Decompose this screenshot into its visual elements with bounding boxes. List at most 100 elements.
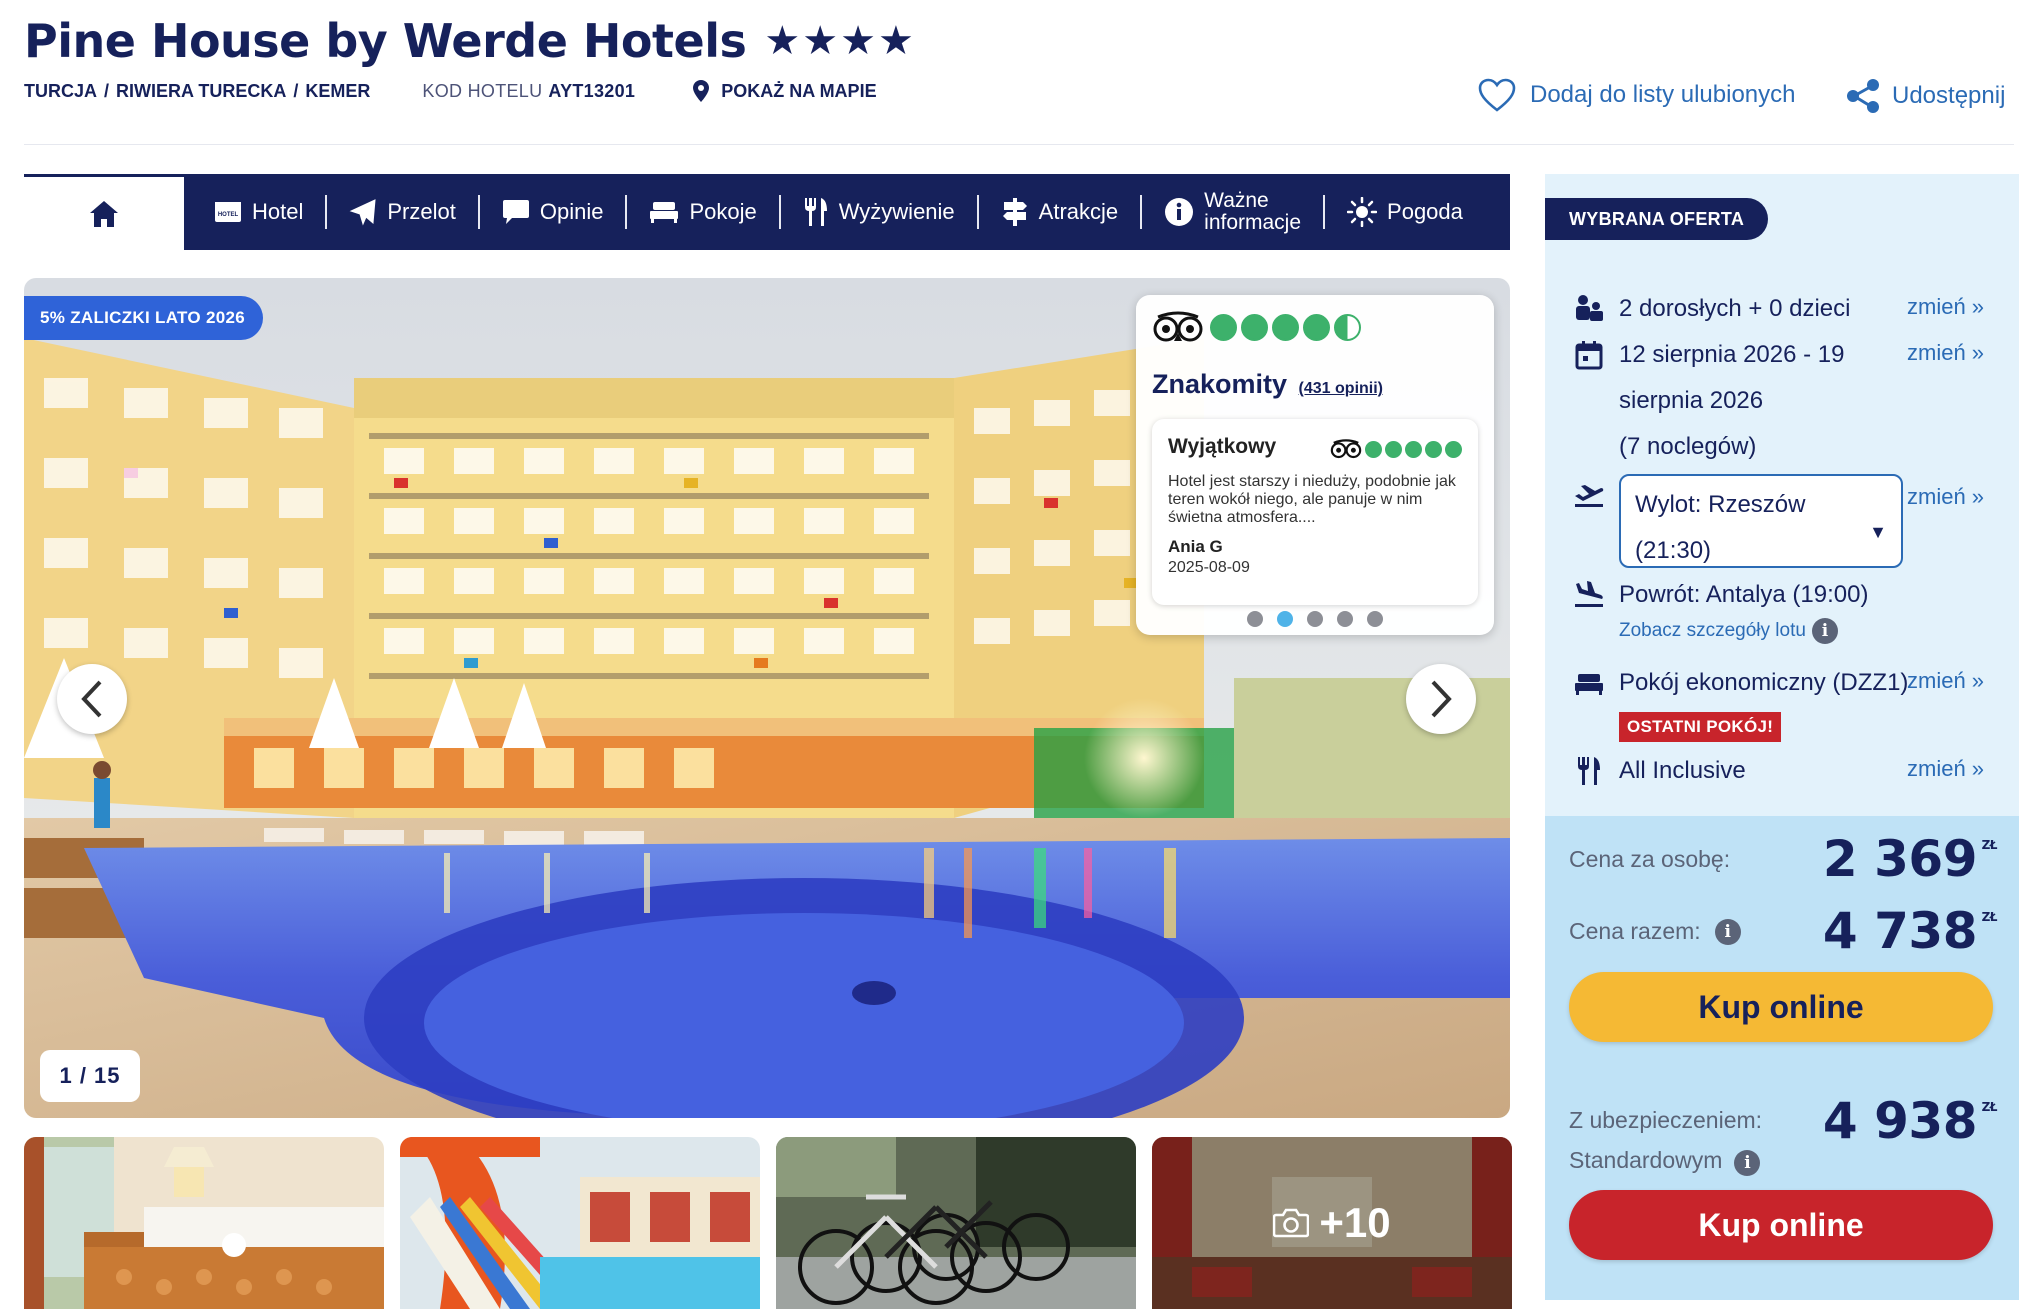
currency-label: ZŁ xyxy=(1981,838,1998,852)
insurance-label-line1: Z ubezpieczeniem: xyxy=(1569,1107,1763,1133)
change-room-link[interactable]: zmień » xyxy=(1907,668,1984,694)
nav-divider xyxy=(1323,195,1326,229)
offer-nights: (7 noclegów) xyxy=(1619,433,1757,460)
offer-travellers-row: 2 dorosłych + 0 dzieci xyxy=(1571,286,1850,332)
gallery-thumbnail-more[interactable]: +10 xyxy=(1152,1137,1512,1309)
offer-board: All Inclusive xyxy=(1619,757,1746,784)
nav-divider xyxy=(976,195,979,229)
tab-important-info-line1: Ważne xyxy=(1204,189,1269,212)
more-photos-count: +10 xyxy=(1319,1199,1391,1246)
bed-icon xyxy=(1571,660,1607,706)
price-total: 4 738 ZŁ xyxy=(1822,902,1998,960)
tab-flight[interactable]: Przelot xyxy=(349,174,456,250)
share-label: Udostępnij xyxy=(1892,82,2006,109)
show-on-map-link[interactable]: POKAŻ NA MAPIE xyxy=(693,80,877,102)
tab-rooms[interactable]: Pokoje xyxy=(649,174,757,250)
calendar-icon xyxy=(1571,332,1607,470)
tab-board[interactable]: Wyżywienie xyxy=(803,174,955,250)
tab-important-info-label: Ważne informacje xyxy=(1204,190,1301,234)
change-dates-link[interactable]: zmień » xyxy=(1907,340,1984,366)
review-pager-dot[interactable] xyxy=(1307,611,1323,627)
info-icon[interactable]: i xyxy=(1714,918,1741,945)
tripadvisor-rating: Znakomity (431 opinii) xyxy=(1152,369,1383,400)
tab-reviews-label: Opinie xyxy=(539,199,604,224)
rating-bubble xyxy=(1365,440,1382,458)
breadcrumb-region[interactable]: RIWIERA TURECKA xyxy=(116,81,286,102)
rating-bubble xyxy=(1303,313,1330,341)
breadcrumb: TURCJA / RIWIERA TURECKA / KEMER KOD HOT… xyxy=(24,80,877,102)
rating-bubble xyxy=(1210,313,1237,341)
review-pager-dot-active[interactable] xyxy=(1277,611,1293,627)
tripadvisor-rating-row xyxy=(1152,311,1365,343)
offer-return: Powrót: Antalya (19:00) xyxy=(1619,581,1869,608)
tab-hotel[interactable]: HOTEL Hotel xyxy=(214,174,303,250)
offer-travellers: 2 dorosłych + 0 dzieci xyxy=(1619,295,1851,322)
gallery-thumbnail-room[interactable] xyxy=(24,1137,384,1309)
breadcrumb-separator: / xyxy=(293,80,299,101)
plane-landing-icon xyxy=(1571,572,1607,618)
tripadvisor-owl-icon xyxy=(1153,311,1203,342)
review-card[interactable]: Wyjątkowy Hotel jest starszy i nieduży, … xyxy=(1152,419,1478,605)
flight-details-link[interactable]: Zobacz szczegóły lotu i xyxy=(1619,618,1838,644)
rating-bubble xyxy=(1405,440,1422,458)
add-to-favorites-label: Dodaj do listy ulubionych xyxy=(1530,81,1796,108)
tab-home[interactable] xyxy=(24,174,184,250)
rating-bubble xyxy=(1272,313,1299,341)
departure-airport-select[interactable]: Wylot: Rzeszów (21:30) ▼ xyxy=(1619,474,1903,568)
gallery-prev-button[interactable] xyxy=(57,664,127,734)
tab-flight-label: Przelot xyxy=(387,199,456,224)
offer-dates-line2: sierpnia 2026 xyxy=(1619,387,1764,414)
buy-online-insured-button[interactable]: Kup online xyxy=(1569,1190,1993,1260)
gallery-next-button[interactable] xyxy=(1406,664,1476,734)
share-button[interactable]: Udostępnij xyxy=(1846,78,2005,114)
info-icon[interactable]: i xyxy=(1734,1150,1761,1176)
review-pager-dot[interactable] xyxy=(1367,611,1383,627)
gallery-thumbnail-waterslide[interactable] xyxy=(400,1137,760,1309)
chevron-left-icon xyxy=(81,680,102,718)
hotel-code: KOD HOTELU AYT13201 xyxy=(422,81,635,102)
tripadvisor-reviews-link[interactable]: (431 opinii) xyxy=(1299,380,1383,397)
people-icon xyxy=(1571,286,1607,332)
offer-dates-line1: 12 sierpnia 2026 - 19 xyxy=(1619,341,1845,368)
buy-online-button[interactable]: Kup online xyxy=(1569,972,1993,1042)
review-pager-dot[interactable] xyxy=(1247,611,1263,627)
tab-reviews[interactable]: Opinie xyxy=(502,174,604,250)
selected-offer-badge: WYBRANA OFERTA xyxy=(1545,198,1769,240)
change-travellers-link[interactable]: zmień » xyxy=(1907,294,1984,320)
change-board-link[interactable]: zmień » xyxy=(1907,756,1984,782)
tab-important-info-line2: informacje xyxy=(1204,211,1302,234)
tab-attractions-label: Atrakcje xyxy=(1038,199,1119,224)
offer-return-row: Powrót: Antalya (19:00) xyxy=(1571,572,1868,618)
offer-board-row: All Inclusive xyxy=(1571,748,1746,794)
cutlery-icon xyxy=(1571,748,1607,794)
tab-important-info[interactable]: Ważne informacje xyxy=(1164,174,1301,250)
add-to-favorites-button[interactable]: Dodaj do listy ulubionych xyxy=(1478,78,1796,112)
gallery-counter: 1 / 15 xyxy=(40,1050,140,1102)
hero-gallery[interactable]: 5% ZALICZKI LATO 2026 1 / 15 Znakomity (… xyxy=(24,278,1510,1118)
change-departure-link[interactable]: zmień » xyxy=(1907,484,1984,510)
offer-room: Pokój ekonomiczny (DZZ1) xyxy=(1619,669,1909,696)
breadcrumb-country[interactable]: TURCJA xyxy=(24,81,97,102)
review-text: Hotel jest starszy i nieduży, podobnie j… xyxy=(1168,473,1456,526)
hotel-code-label: KOD HOTELU xyxy=(422,80,543,101)
offer-dates: 12 sierpnia 2026 - 19 sierpnia 2026 (7 noc… xyxy=(1619,332,1845,470)
selected-offer-panel: WYBRANA OFERTA 2 dorosłych + 0 dzieci zm… xyxy=(1545,174,2019,1300)
gallery-thumbnail-bicycles[interactable] xyxy=(776,1137,1136,1309)
chat-bubble-icon xyxy=(502,199,530,225)
breadcrumb-city[interactable]: KEMER xyxy=(305,81,370,102)
review-pager-dot[interactable] xyxy=(1337,611,1353,627)
nav-divider xyxy=(325,195,328,229)
svg-text:HOTEL: HOTEL xyxy=(218,212,239,218)
nav-divider xyxy=(778,195,781,229)
tripadvisor-rating-label: Znakomity xyxy=(1152,369,1288,399)
plane-icon xyxy=(349,198,377,226)
tab-weather[interactable]: Pogoda xyxy=(1347,174,1463,250)
price-per-person: 2 369 ZŁ xyxy=(1823,830,1998,888)
price-total-value: 4 738 xyxy=(1822,902,1978,960)
offer-departure-row xyxy=(1571,474,1619,508)
review-pager xyxy=(1136,611,1494,627)
hotel-header: Pine House by Werde Hotels ★★★★ xyxy=(24,14,916,68)
breadcrumb-separator: / xyxy=(104,80,110,101)
tab-attractions[interactable]: Atrakcje xyxy=(1001,174,1118,250)
rating-bubble-half xyxy=(1334,313,1361,341)
